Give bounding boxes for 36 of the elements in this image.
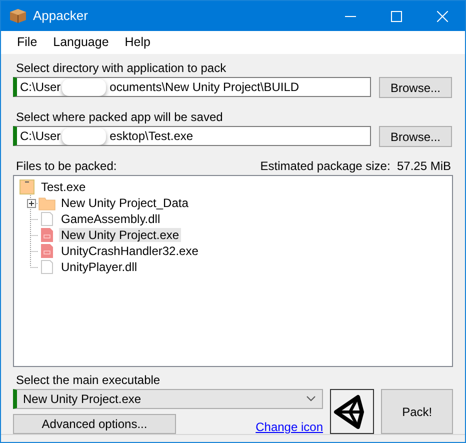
package-icon <box>18 179 36 196</box>
advanced-options-button[interactable]: Advanced options... <box>13 414 176 434</box>
change-icon-link[interactable]: Change icon <box>256 420 323 434</box>
field-label: Select the main executable <box>16 373 162 388</box>
field-label: Select where packed app will be saved <box>16 110 224 124</box>
package-size: Estimated package size: 57.25 MiB <box>260 159 451 174</box>
redaction-blob <box>62 128 106 145</box>
files-label: Files to be packed: <box>16 159 117 174</box>
tree-item[interactable]: New Unity Project.exe <box>59 228 182 242</box>
file-icon <box>38 211 56 228</box>
app-icon-preview[interactable] <box>330 389 374 434</box>
executable-dropdown[interactable]: New Unity Project.exe <box>13 389 323 410</box>
tree-item[interactable]: UnityCrashHandler32.exe <box>59 244 200 258</box>
pack-button[interactable]: Pack! <box>381 389 453 434</box>
tree-item[interactable]: Test.exe <box>39 180 88 194</box>
box-icon <box>9 8 27 24</box>
tree-item[interactable]: UnityPlayer.dll <box>59 260 140 274</box>
menu-item[interactable]: Language <box>45 33 117 52</box>
menu-item[interactable]: File <box>9 33 46 52</box>
path-field[interactable]: C:\User esktop\Test.exe <box>13 126 371 146</box>
maximize-button[interactable] <box>390 10 402 22</box>
tree-item[interactable]: New Unity Project_Data <box>59 196 190 210</box>
path-field[interactable]: C:\User ocuments\New Unity Project\BUILD <box>13 77 371 98</box>
executable-icon <box>38 243 56 260</box>
redaction-blob <box>62 78 106 96</box>
tree-item[interactable]: GameAssembly.dll <box>59 212 162 226</box>
close-button[interactable] <box>436 10 448 22</box>
window-title: Appacker <box>33 8 89 24</box>
file-icon <box>38 259 56 276</box>
executable-icon <box>38 227 56 244</box>
expand-icon[interactable] <box>27 198 36 208</box>
menu-item[interactable]: Help <box>116 33 158 52</box>
browse-button[interactable]: Browse... <box>379 126 452 148</box>
browse-button[interactable]: Browse... <box>379 77 452 98</box>
field-label: Select directory with application to pack <box>16 61 228 76</box>
folder-icon <box>38 195 56 212</box>
